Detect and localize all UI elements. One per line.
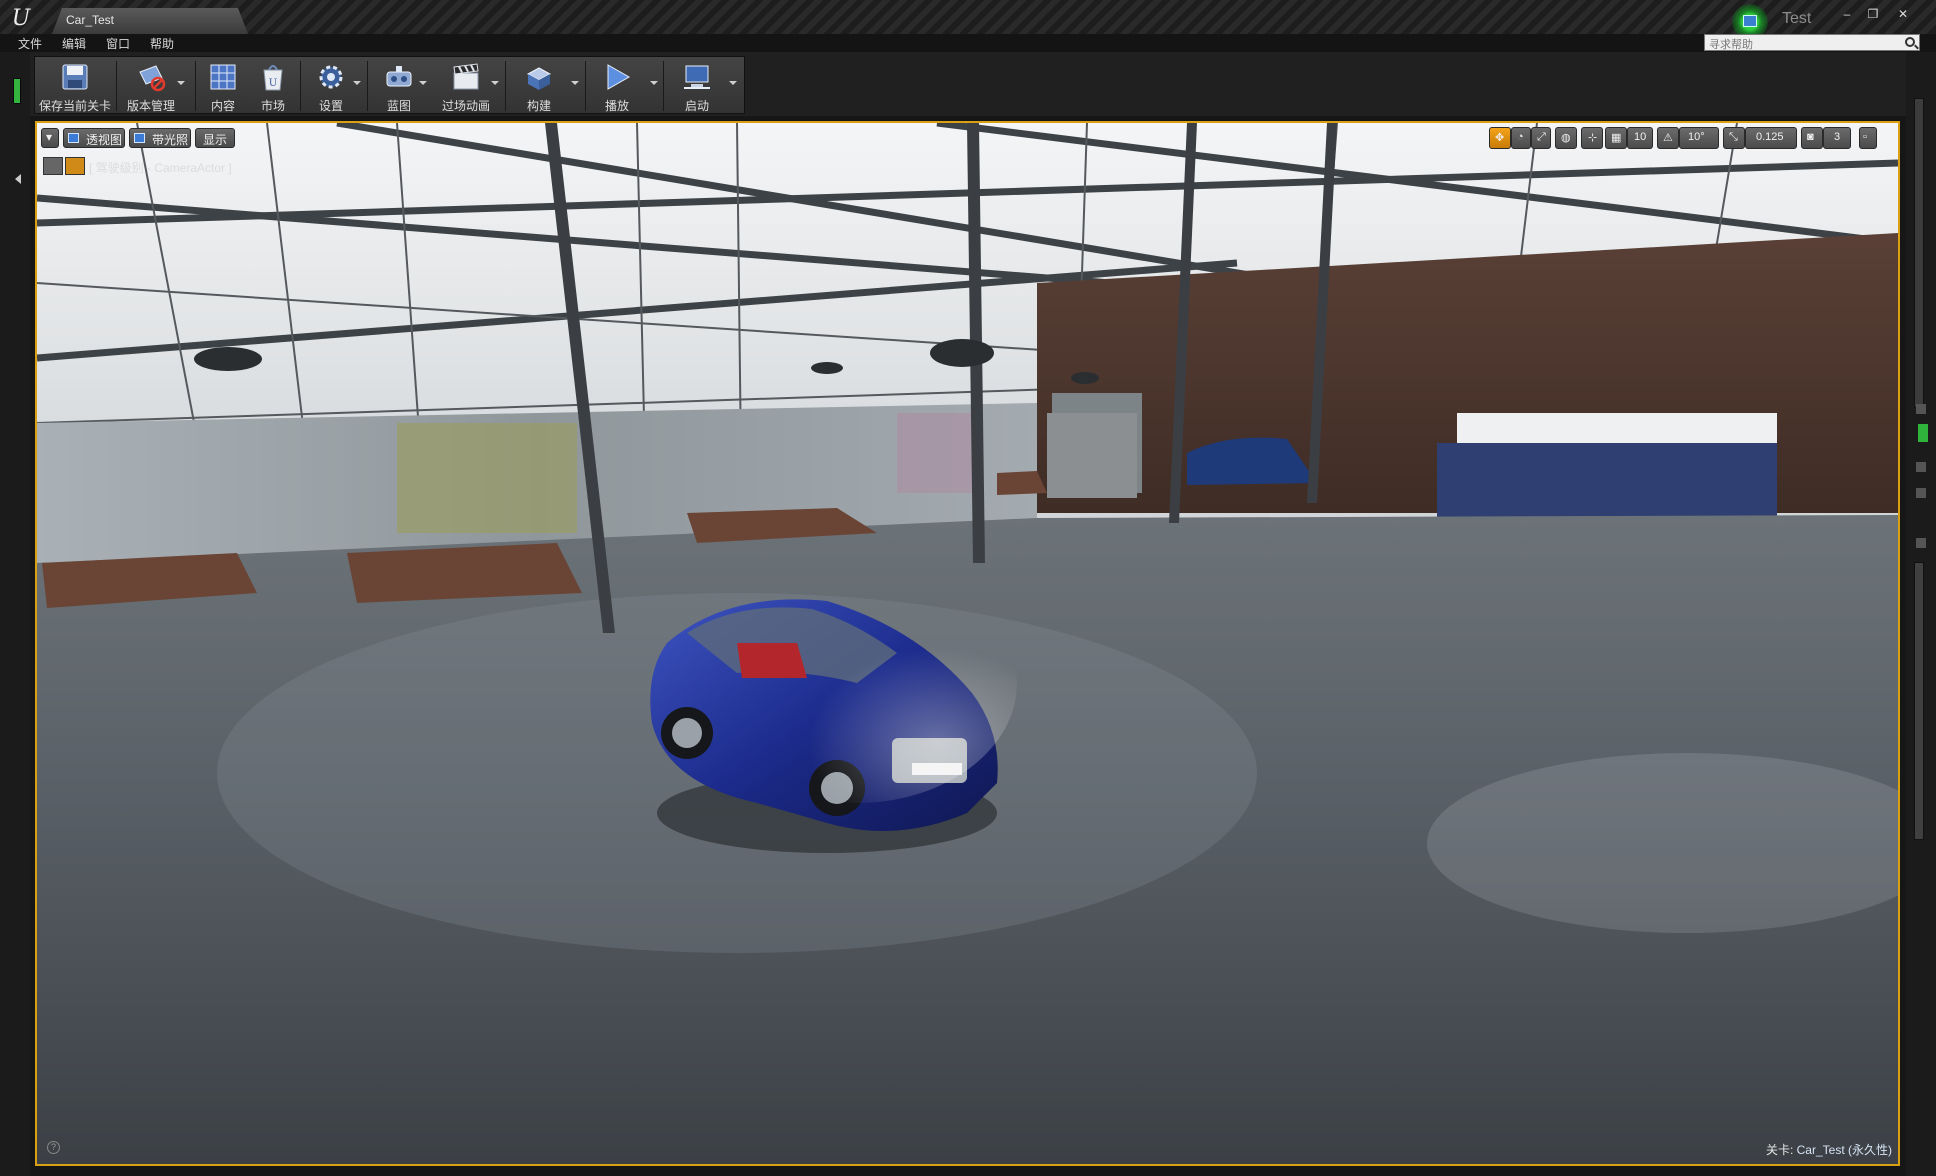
- details-icon[interactable]: [1916, 462, 1926, 472]
- rotation-snap-icon[interactable]: ⚠: [1657, 127, 1679, 149]
- scale-mode-icon[interactable]: ⤢: [1531, 127, 1551, 149]
- cinematics-button[interactable]: 过场动画: [431, 57, 501, 113]
- cinematics-icon: [453, 63, 479, 90]
- grid-snap-value[interactable]: 10: [1627, 127, 1653, 149]
- content-browser-icon: [210, 64, 236, 90]
- settings-icon: [319, 65, 343, 89]
- camera-speed-icon[interactable]: ◙: [1801, 127, 1823, 149]
- scale-snap-value[interactable]: 0.125: [1745, 127, 1797, 149]
- menu-window[interactable]: 窗口: [106, 35, 130, 52]
- transform-toolbar: ✥ ◔ ⤢ ◍ ⊹ ▦ 10 ⚠ 10° ⤡ 0.125 ◙ 3 ▫: [1489, 127, 1898, 149]
- level-viewport[interactable]: ▾ 透视图 带光照 显示 [ 驾驶级别 - CameraActor ] ✥ ◔ …: [35, 121, 1900, 1166]
- add-button[interactable]: [1918, 424, 1928, 442]
- pin-icon[interactable]: [1916, 488, 1926, 498]
- minimize-button[interactable]: –: [1836, 6, 1858, 22]
- content-button[interactable]: 内容: [199, 57, 247, 113]
- save-icon: [62, 64, 88, 90]
- launch-dropdown-icon[interactable]: [729, 81, 737, 85]
- perspective-icon: [68, 133, 79, 143]
- settings-dropdown-icon[interactable]: [353, 81, 361, 85]
- current-level-label: 关卡: Car_Test (永久性): [1765, 1143, 1892, 1157]
- unreal-logo-icon: U: [11, 6, 31, 31]
- main-toolbar: 保存当前关卡 版本管理 内容 U 市场 设置 蓝图 过场动画 构建 播放 启动: [34, 56, 745, 114]
- marketplace-icon: U: [263, 65, 283, 91]
- marketplace-button[interactable]: U 市场: [249, 57, 297, 113]
- search-icon: [1905, 37, 1915, 47]
- blueprints-button[interactable]: 蓝图: [371, 57, 427, 113]
- build-icon: [526, 67, 552, 90]
- save-level-button[interactable]: 保存当前关卡: [37, 57, 113, 113]
- show-button[interactable]: 显示: [195, 128, 235, 148]
- play-icon: [607, 64, 631, 90]
- right-panel-strip: [1906, 52, 1936, 1176]
- translate-mode-icon[interactable]: ✥: [1489, 127, 1511, 149]
- blueprint-icon: [386, 66, 412, 87]
- restore-button[interactable]: ❐: [1862, 6, 1884, 22]
- help-search-input[interactable]: 寻求帮助: [1704, 34, 1920, 51]
- rotation-snap-value[interactable]: 10°: [1679, 127, 1719, 149]
- cinematics-dropdown-icon[interactable]: [491, 81, 499, 85]
- play-button[interactable]: 播放: [589, 57, 645, 113]
- settings-button[interactable]: 设置: [303, 57, 359, 113]
- warehouse-scene-render: [37, 123, 1898, 1164]
- perspective-button[interactable]: 透视图: [63, 128, 125, 148]
- eject-pilot-button[interactable]: [43, 157, 63, 175]
- maximize-viewport-icon[interactable]: ▫: [1859, 127, 1877, 149]
- blueprints-dropdown-icon[interactable]: [419, 81, 427, 85]
- grid-snap-icon[interactable]: ▦: [1605, 127, 1627, 149]
- collapse-arrow-icon[interactable]: [15, 174, 21, 184]
- details-scrollbar[interactable]: [1914, 562, 1924, 840]
- camera-speed-value[interactable]: 3: [1823, 127, 1851, 149]
- launch-icon: [684, 65, 710, 89]
- viewport-options-button[interactable]: ▾: [41, 128, 59, 148]
- menu-file[interactable]: 文件: [18, 35, 42, 52]
- rotate-mode-icon[interactable]: ◔: [1511, 127, 1531, 149]
- source-control-button[interactable]: 版本管理: [119, 57, 183, 113]
- help-icon[interactable]: ?: [47, 1141, 60, 1154]
- menu-bar: 文件 编辑 窗口 帮助: [0, 34, 1936, 52]
- lit-mode-button[interactable]: 带光照: [129, 128, 191, 148]
- scrollbar[interactable]: [1914, 98, 1924, 408]
- menu-edit[interactable]: 编辑: [62, 35, 86, 52]
- launch-button[interactable]: 启动: [667, 57, 727, 113]
- help-search-placeholder: 寻求帮助: [1709, 39, 1753, 51]
- surface-snap-icon[interactable]: ⊹: [1581, 127, 1603, 149]
- build-dropdown-icon[interactable]: [571, 81, 579, 85]
- play-dropdown-icon[interactable]: [650, 81, 658, 85]
- lit-sphere-icon: [134, 133, 145, 143]
- world-local-icon[interactable]: ◍: [1555, 127, 1577, 149]
- scale-snap-icon[interactable]: ⤡: [1723, 127, 1745, 149]
- menu-help[interactable]: 帮助: [150, 35, 174, 52]
- build-button[interactable]: 构建: [509, 57, 569, 113]
- camera-lock-icon[interactable]: [65, 157, 85, 175]
- level-tab[interactable]: Car_Test: [52, 8, 248, 34]
- project-badge-icon: [1730, 4, 1770, 40]
- expand-icon[interactable]: [1916, 538, 1926, 548]
- modes-tab[interactable]: [13, 78, 21, 104]
- close-button[interactable]: ✕: [1892, 6, 1914, 22]
- source-control-icon: [139, 65, 166, 92]
- project-name: Test: [1782, 10, 1812, 27]
- svg-text:U: U: [269, 78, 277, 89]
- left-panel-strip: [0, 52, 30, 1176]
- pilot-actor-label: [ 驾驶级别 - CameraActor ]: [89, 161, 232, 175]
- level-tab-label: Car_Test: [66, 13, 115, 27]
- title-bar: U Car_Test Test – ❐ ✕: [0, 0, 1936, 40]
- panel-handle-icon[interactable]: [1916, 404, 1926, 414]
- source-control-dropdown-icon[interactable]: [177, 81, 185, 85]
